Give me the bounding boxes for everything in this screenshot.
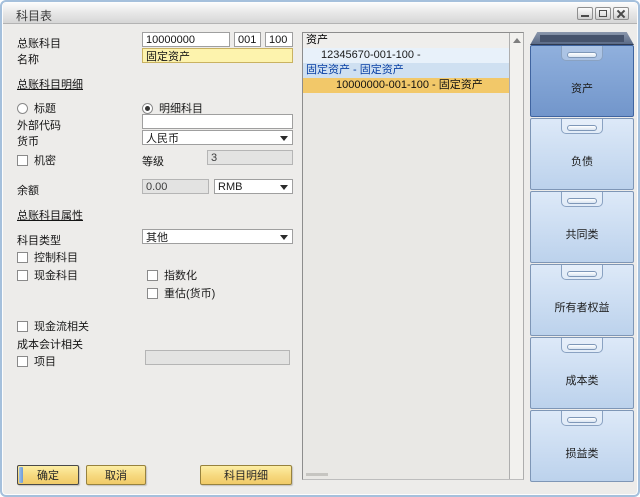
- indexed-checkbox[interactable]: [147, 270, 158, 281]
- radio-title-label: 标题: [34, 100, 56, 116]
- cash-account-checkbox-row[interactable]: 现金科目: [17, 267, 78, 283]
- tree-row-selected[interactable]: 10000000-001-100 - 固定资产: [303, 78, 509, 93]
- project-input: [145, 350, 290, 365]
- drawer-handle-icon: [561, 119, 603, 134]
- tree-row[interactable]: 12345670-001-100 -: [303, 48, 509, 63]
- drawer-label: 所有者权益: [555, 299, 610, 315]
- gl-account-segment1-input[interactable]: [234, 32, 261, 47]
- control-account-checkbox-row[interactable]: 控制科目: [17, 249, 78, 265]
- chevron-down-icon: [280, 235, 288, 240]
- drawer-equity[interactable]: 所有者权益: [530, 264, 634, 336]
- default-button-accent: [19, 467, 23, 483]
- drawer-label: 成本类: [566, 372, 599, 388]
- revaluation-checkbox-row[interactable]: 重估(货币): [147, 285, 215, 301]
- balance-currency-dropdown[interactable]: RMB: [214, 179, 293, 194]
- cancel-button[interactable]: 取消: [86, 465, 146, 485]
- account-drawers-cabinet: 资产 负债 共同类 所有者权益 成本类 损益类: [530, 32, 634, 480]
- drawer-assets[interactable]: 资产: [530, 45, 634, 117]
- drawer-liabilities[interactable]: 负债: [530, 118, 634, 190]
- drawer-label: 共同类: [566, 226, 599, 242]
- project-checkbox-row[interactable]: 项目: [17, 353, 56, 369]
- minimize-icon: [581, 15, 589, 17]
- drawer-label: 损益类: [566, 445, 599, 461]
- cash-flow-checkbox[interactable]: [17, 321, 28, 332]
- dialog-content: 总账科目 名称 总账科目明细 标题 明细科目 外部代码 货币 人民币 机密: [2, 24, 638, 495]
- radio-active-circle[interactable]: [142, 103, 153, 114]
- scroll-up-icon[interactable]: [513, 38, 521, 43]
- revaluation-checkbox[interactable]: [147, 288, 158, 299]
- cash-flow-checkbox-row[interactable]: 现金流相关: [17, 318, 89, 334]
- drawer-handle-icon: [561, 265, 603, 280]
- gl-account-label: 总账科目: [17, 35, 61, 51]
- drawer-label: 负债: [571, 153, 593, 169]
- close-button[interactable]: [613, 7, 629, 20]
- maximize-icon: [599, 10, 607, 17]
- cancel-button-label: 取消: [105, 467, 127, 483]
- cash-account-checkbox[interactable]: [17, 270, 28, 281]
- level-input: [207, 150, 293, 165]
- drawer-profit-loss[interactable]: 损益类: [530, 410, 634, 482]
- balance-label: 余额: [17, 182, 39, 198]
- drawer-common[interactable]: 共同类: [530, 191, 634, 263]
- account-type-value: 其他: [146, 229, 168, 245]
- account-details-button[interactable]: 科目明细: [200, 465, 292, 485]
- balance-input: [142, 179, 209, 194]
- control-account-checkbox[interactable]: [17, 252, 28, 263]
- revaluation-label: 重估(货币): [164, 285, 215, 301]
- account-type-dropdown[interactable]: 其他: [142, 229, 293, 244]
- window-title: 科目表: [16, 7, 52, 24]
- confidential-checkbox[interactable]: [17, 155, 28, 166]
- indexed-label: 指数化: [164, 267, 197, 283]
- tree-header-assets[interactable]: 资产: [303, 33, 509, 48]
- maximize-button[interactable]: [595, 7, 611, 20]
- currency-dropdown[interactable]: 人民币: [142, 130, 293, 145]
- radio-title-circle[interactable]: [17, 103, 28, 114]
- gl-details-section-header: 总账科目明细: [17, 76, 83, 92]
- drawer-cost[interactable]: 成本类: [530, 337, 634, 409]
- drawer-handle-icon: [561, 46, 603, 61]
- tree-row[interactable]: 固定资产 - 固定资产: [303, 63, 509, 78]
- gl-account-segment2-input[interactable]: [265, 32, 293, 47]
- indexed-checkbox-row[interactable]: 指数化: [147, 267, 197, 283]
- cost-accounting-label: 成本会计相关: [17, 336, 83, 352]
- cabinet-top-icon: [530, 32, 634, 45]
- external-code-input[interactable]: [142, 114, 293, 129]
- ok-button-label: 确定: [37, 467, 59, 483]
- cash-flow-label: 现金流相关: [34, 318, 89, 334]
- confidential-label: 机密: [34, 152, 56, 168]
- name-label: 名称: [17, 51, 39, 67]
- external-code-label: 外部代码: [17, 117, 61, 133]
- chevron-down-icon: [280, 185, 288, 190]
- cash-account-label: 现金科目: [34, 267, 78, 283]
- project-label: 项目: [34, 353, 56, 369]
- title-bar[interactable]: 科目表: [3, 3, 637, 24]
- currency-label: 货币: [17, 133, 39, 149]
- gl-account-code-input[interactable]: [142, 32, 230, 47]
- drawer-handle-icon: [561, 411, 603, 426]
- drawer-handle-icon: [561, 192, 603, 207]
- level-label: 等级: [142, 153, 164, 169]
- currency-value: 人民币: [146, 130, 179, 146]
- chart-of-accounts-window: 科目表 总账科目 名称 总账科目明细 标题 明细科目 外部代码 货币: [0, 0, 640, 497]
- radio-title[interactable]: 标题: [17, 100, 56, 116]
- ok-button[interactable]: 确定: [17, 465, 79, 485]
- tree-vertical-scrollbar[interactable]: [509, 33, 523, 479]
- account-details-button-label: 科目明细: [224, 467, 268, 483]
- account-name-input[interactable]: [142, 48, 293, 63]
- drawer-label: 资产: [571, 80, 593, 96]
- drawer-handle-icon: [561, 338, 603, 353]
- gl-properties-section-header: 总账科目属性: [17, 207, 83, 223]
- balance-currency-value: RMB: [218, 181, 242, 193]
- minimize-button[interactable]: [577, 7, 593, 20]
- account-type-label: 科目类型: [17, 232, 61, 248]
- confidential-checkbox-row[interactable]: 机密: [17, 152, 56, 168]
- chevron-down-icon: [280, 136, 288, 141]
- tree-horizontal-scroll-thumb[interactable]: [306, 473, 328, 476]
- project-checkbox[interactable]: [17, 356, 28, 367]
- accounts-tree-panel: 资产 12345670-001-100 - 固定资产 - 固定资产 100000…: [302, 32, 524, 480]
- control-account-label: 控制科目: [34, 249, 78, 265]
